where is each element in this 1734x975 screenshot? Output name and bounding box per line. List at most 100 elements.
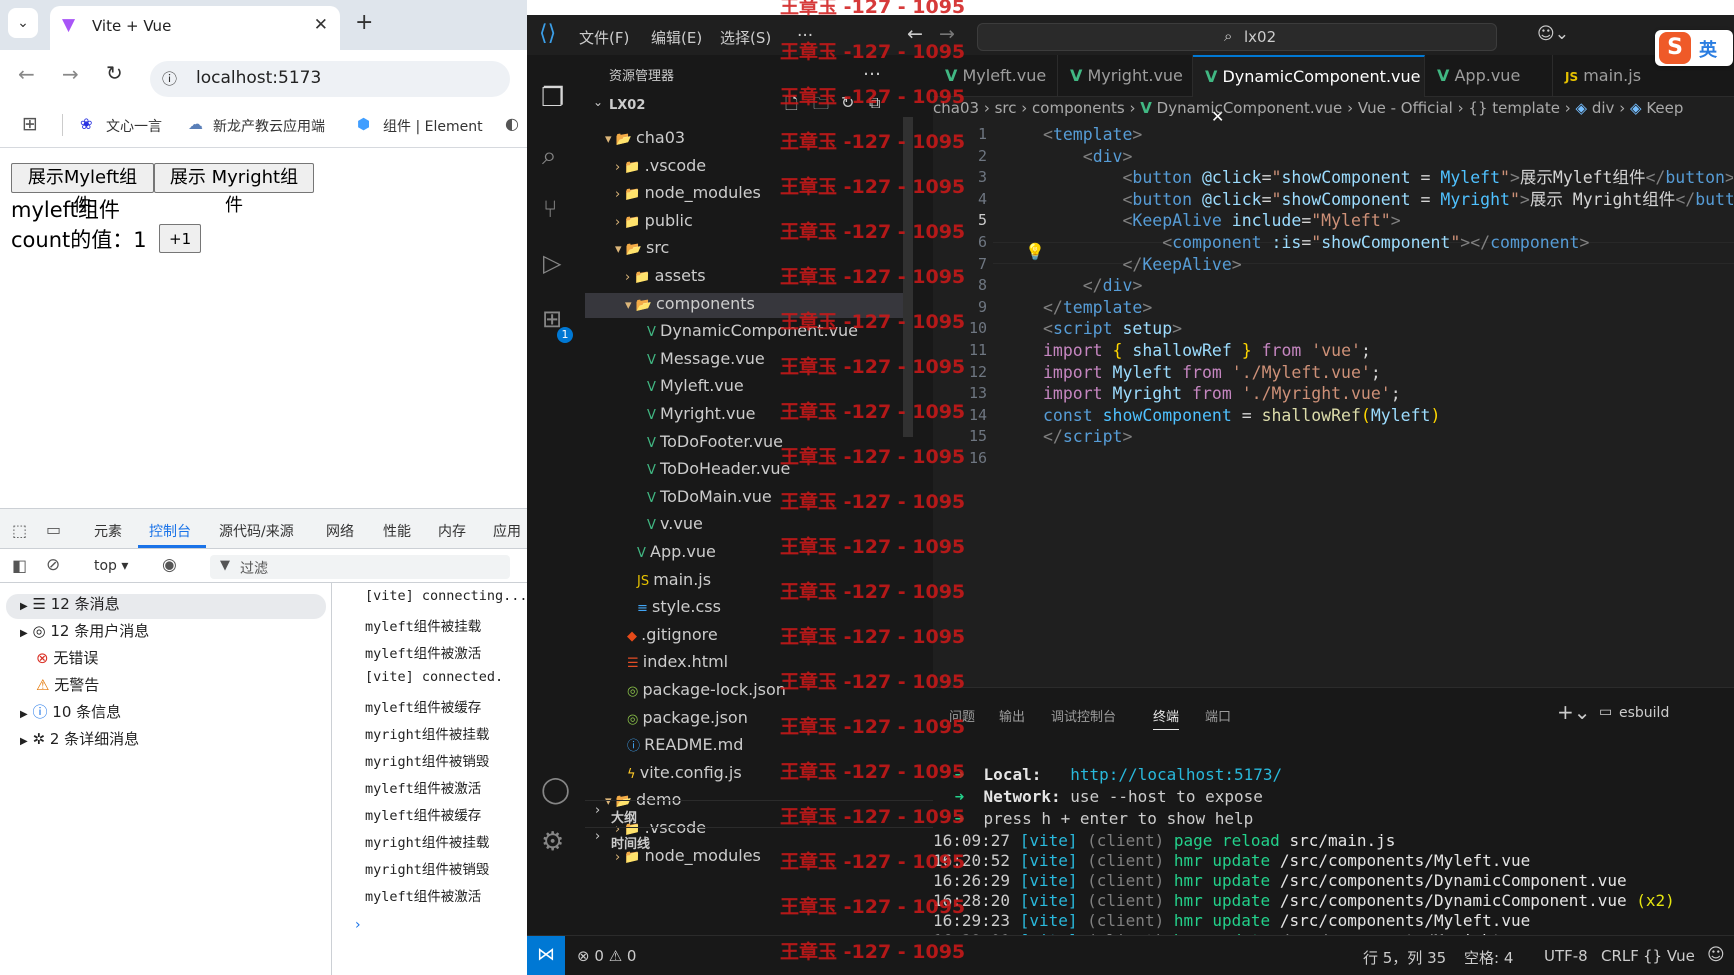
new-tab-button[interactable]: + — [355, 10, 373, 35]
local-url[interactable]: http://localhost:5173/ — [1070, 765, 1282, 784]
tree-item[interactable]: ◎ package-lock.json — [627, 677, 786, 703]
context-select[interactable]: top ▾ — [94, 558, 128, 574]
remote-button[interactable]: ⋈ — [527, 936, 565, 975]
panel-tab-output[interactable]: 输出 — [999, 706, 1025, 725]
breadcrumb-item[interactable]: Vue - Official — [1358, 99, 1453, 117]
show-myleft-button[interactable]: 展示Myleft组件 — [11, 163, 154, 216]
tree-item[interactable]: ☰ index.html — [627, 649, 728, 675]
breadcrumb-item[interactable]: Keep — [1646, 99, 1683, 117]
ime-indicator[interactable]: S 英 — [1655, 30, 1733, 66]
indentation[interactable]: 空格: 4 — [1464, 947, 1513, 968]
tree-item[interactable]: ⓘ README.md — [627, 732, 743, 758]
tree-item[interactable]: › 📁 assets — [625, 263, 706, 289]
encoding[interactable]: UTF-8 — [1544, 947, 1588, 965]
eye-icon[interactable]: ◉ — [162, 555, 177, 575]
devtools-tab-memory[interactable]: 内存 — [438, 521, 466, 541]
menu-file[interactable]: 文件(F) — [579, 27, 629, 48]
tree-item[interactable]: ▾ 📂 components — [625, 291, 755, 317]
manage-gear-icon[interactable]: ⚙ — [541, 827, 564, 857]
tree-item[interactable]: › 📁 .vscode — [615, 153, 706, 179]
panel-tab-terminal[interactable]: 终端 — [1153, 706, 1180, 730]
back-icon[interactable]: ← — [18, 62, 35, 86]
tab-search-button[interactable]: ⌄ — [8, 8, 38, 38]
verbose-filter[interactable]: ▶ ✲ 2 条详细消息 — [20, 727, 139, 751]
line-ending[interactable]: CRLF — [1601, 947, 1639, 965]
menu-edit[interactable]: 编辑(E) — [651, 27, 702, 48]
devtools-tab-console[interactable]: 控制台 — [149, 521, 191, 541]
tree-item[interactable]: V Myleft.vue — [647, 373, 744, 399]
new-terminal-icon[interactable]: +⌄ — [1557, 700, 1591, 724]
terminal-icon[interactable]: ▭ — [1599, 704, 1612, 720]
workspace-root[interactable]: LX02 — [609, 98, 645, 113]
lightbulb-icon[interactable]: 💡 — [1025, 242, 1045, 261]
info-filter[interactable]: ▶ ⓘ 10 条信息 — [20, 700, 121, 724]
editor-tab-dynamic[interactable]: V DynamicComponent.vue ✕ — [1193, 55, 1425, 126]
tree-item[interactable]: › 📁 node_modules — [615, 180, 761, 206]
devtools-tab-elements[interactable]: 元素 — [94, 521, 122, 541]
site-info-icon[interactable]: ⓘ — [162, 68, 177, 89]
timeline-section[interactable]: 时间线 — [611, 833, 650, 852]
breadcrumb-item[interactable]: components — [1032, 99, 1125, 117]
inspect-icon[interactable]: ⬚ — [12, 521, 27, 540]
tree-item[interactable]: V App.vue — [637, 539, 716, 565]
panel-tab-debug-console[interactable]: 调试控制台 — [1051, 706, 1116, 725]
command-center[interactable]: ⌕ lx02 — [977, 23, 1497, 51]
root-chevron-icon[interactable]: ⌄ — [593, 95, 603, 109]
copilot-icon[interactable]: ☺⌄ — [1537, 24, 1569, 44]
expand-arrow-icon[interactable]: › — [355, 917, 361, 933]
devtools-tab-network[interactable]: 网络 — [326, 521, 354, 541]
devtools-tab-application[interactable]: 应用 — [493, 521, 521, 541]
editor-tab-myright[interactable]: V Myright.vue — [1058, 55, 1193, 97]
tree-item[interactable]: ▾ 📂 cha03 — [605, 125, 685, 151]
cursor-position[interactable]: 行 5，列 35 — [1363, 947, 1446, 968]
messages-filter[interactable]: ▶ ☰ 12 条消息 — [20, 592, 120, 616]
account-icon[interactable]: ◯ — [541, 775, 570, 805]
devtools-tab-sources[interactable]: 源代码/来源 — [219, 521, 294, 541]
code-editor[interactable]: <template> <div> <button @click="showCom… — [1043, 123, 1733, 523]
tree-item[interactable]: ▾ 📂 src — [615, 235, 669, 261]
device-icon[interactable]: ▭ — [46, 520, 61, 539]
breadcrumb-item[interactable]: {} template — [1468, 99, 1560, 117]
apps-grid-icon[interactable]: ⊞ — [22, 113, 38, 135]
bookmark-2[interactable]: 新龙产教云应用端 — [213, 116, 325, 136]
user-messages-filter[interactable]: ▶ ◎ 12 条用户消息 — [20, 619, 149, 643]
bookmark-3[interactable]: 组件 | Element — [383, 116, 483, 136]
copilot-status-icon[interactable]: ☺ — [1707, 945, 1725, 965]
tree-item[interactable]: V ToDoFooter.vue — [647, 429, 783, 455]
warnings-filter[interactable]: ⚠ 无警告 — [36, 673, 99, 697]
tree-item[interactable]: V Message.vue — [647, 346, 765, 372]
panel-tab-ports[interactable]: 端口 — [1205, 706, 1231, 725]
language-mode[interactable]: {} Vue — [1643, 947, 1695, 965]
devtools-tab-performance[interactable]: 性能 — [383, 521, 411, 541]
tree-item[interactable]: ϟ vite.config.js — [627, 760, 742, 786]
browser-tab[interactable]: ▼ Vite + Vue ✕ — [50, 6, 340, 50]
editor-tab-app[interactable]: V App.vue — [1425, 55, 1553, 97]
tree-item[interactable]: V ToDoMain.vue — [647, 484, 772, 510]
source-control-icon[interactable]: ⑂ — [543, 195, 557, 223]
tree-item[interactable]: ◆ .gitignore — [627, 622, 718, 648]
run-debug-icon[interactable]: ▷ — [543, 249, 561, 277]
sidebar-toggle-icon[interactable]: ◧ — [12, 556, 27, 575]
errors-filter[interactable]: ⊗ 无错误 — [36, 646, 98, 670]
show-myright-button[interactable]: 展示 Myright组件 — [154, 163, 314, 216]
more-bookmark-icon[interactable]: ◐ — [505, 114, 519, 133]
tree-item[interactable]: V v.vue — [647, 511, 703, 537]
timeline-chevron-icon[interactable]: › — [595, 829, 600, 844]
search-view-icon[interactable]: ⌕ — [542, 141, 557, 172]
filter-field[interactable]: ▼ 过滤 — [210, 555, 510, 579]
forward-icon[interactable]: → — [62, 62, 79, 86]
tree-item[interactable]: V ToDoHeader.vue — [647, 456, 790, 482]
outline-chevron-icon[interactable]: › — [595, 803, 600, 818]
problems-status[interactable]: ⊗ 0 ⚠ 0 — [577, 947, 636, 965]
breadcrumb-item[interactable]: src — [995, 99, 1017, 117]
terminal-profile[interactable]: esbuild — [1619, 705, 1669, 721]
clear-console-icon[interactable]: ⊘ — [46, 555, 60, 575]
tree-item[interactable]: ≡ style.css — [637, 594, 721, 620]
tree-item[interactable]: ◎ package.json — [627, 705, 748, 731]
breadcrumb-item[interactable]: DynamicComponent.vue — [1157, 99, 1343, 117]
url-field[interactable]: ⓘ localhost:5173 — [150, 61, 510, 97]
reload-icon[interactable]: ↻ — [106, 61, 123, 85]
tree-item[interactable]: V Myright.vue — [647, 401, 755, 427]
bookmark-1[interactable]: 文心一言 — [106, 116, 162, 136]
close-tab-icon[interactable]: ✕ — [314, 15, 328, 35]
